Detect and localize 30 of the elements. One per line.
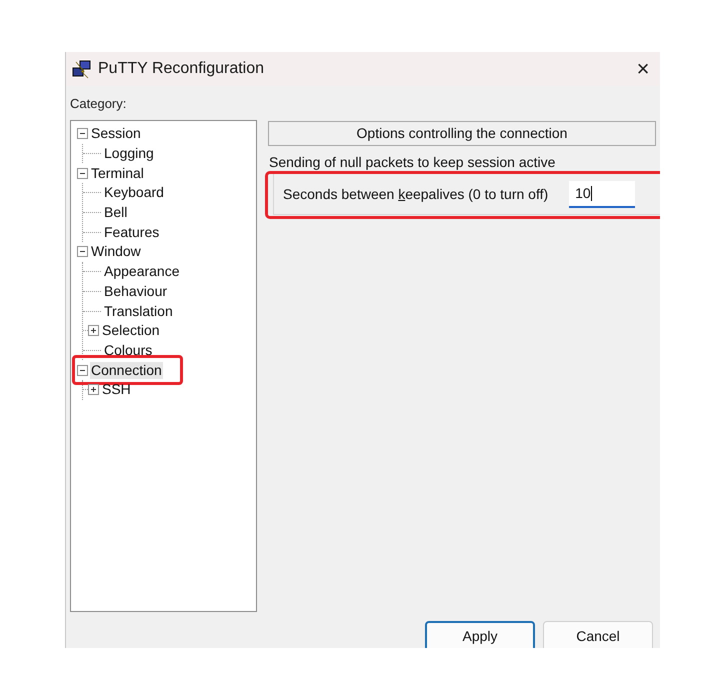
close-button[interactable]: × — [628, 54, 658, 84]
tree-item[interactable]: Features — [103, 224, 160, 241]
tree-item[interactable]: Terminal — [90, 164, 145, 182]
tree-item[interactable]: Session — [90, 125, 142, 142]
window-title: PuTTY Reconfiguration — [98, 59, 264, 79]
tree-item[interactable]: Translation — [103, 302, 174, 320]
collapse-icon[interactable] — [77, 246, 88, 258]
tree-item[interactable]: Keyboard — [103, 184, 165, 202]
tree-item[interactable]: Bell — [103, 204, 128, 222]
dialog-button[interactable]: Apply — [425, 621, 535, 648]
category-label: Category: — [70, 96, 126, 111]
tree-item[interactable]: SSH — [101, 381, 132, 398]
expand-icon[interactable] — [88, 384, 99, 396]
tree-item[interactable]: Behaviour — [103, 282, 168, 300]
tree-item[interactable]: Appearance — [103, 263, 181, 280]
collapse-icon[interactable] — [77, 364, 88, 376]
dialog-button[interactable]: Cancel — [543, 621, 653, 648]
tree-item[interactable]: Window — [90, 243, 142, 260]
group-title: Sending of null packets to keep session active — [269, 154, 556, 170]
tree-item[interactable]: Colours — [103, 342, 154, 359]
tree-item[interactable]: Selection — [101, 322, 161, 340]
tree-item[interactable]: Connection — [90, 362, 163, 379]
panel-header: Options controlling the connection — [268, 121, 656, 146]
collapse-icon[interactable] — [77, 128, 88, 140]
keepalive-input[interactable]: 10 — [569, 180, 636, 208]
expand-icon[interactable] — [88, 325, 99, 336]
tree-item[interactable]: Logging — [103, 145, 155, 162]
keepalive-label: Seconds between keepalives (0 to turn off) — [283, 184, 548, 204]
collapse-icon[interactable] — [77, 168, 88, 179]
computers-icon — [72, 59, 92, 79]
